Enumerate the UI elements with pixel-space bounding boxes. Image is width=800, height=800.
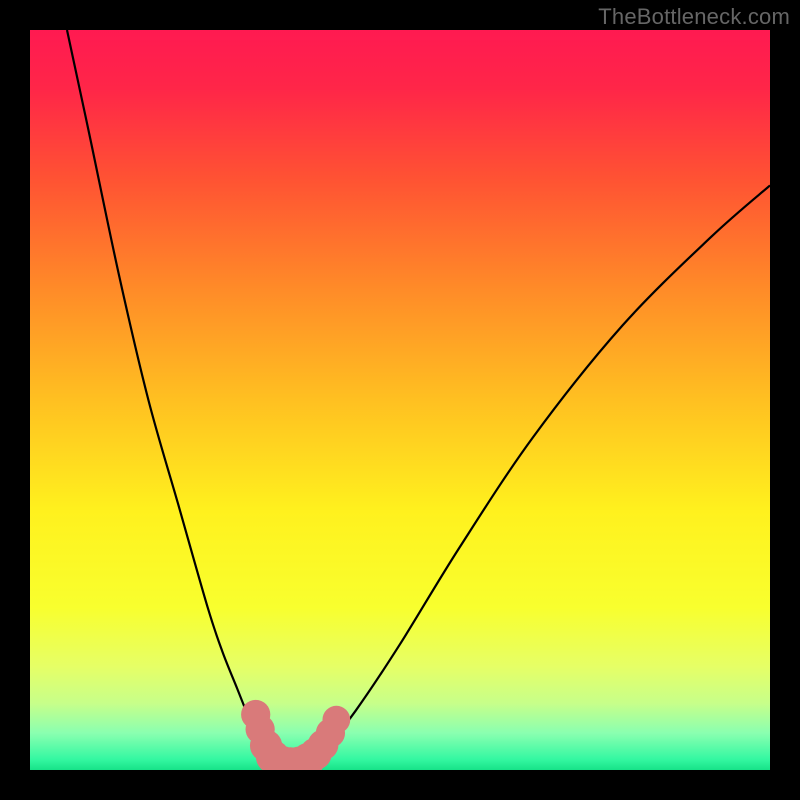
plot-area — [30, 30, 770, 770]
chart-frame: TheBottleneck.com — [0, 0, 800, 800]
watermark-text: TheBottleneck.com — [598, 4, 790, 30]
background-gradient — [30, 30, 770, 770]
